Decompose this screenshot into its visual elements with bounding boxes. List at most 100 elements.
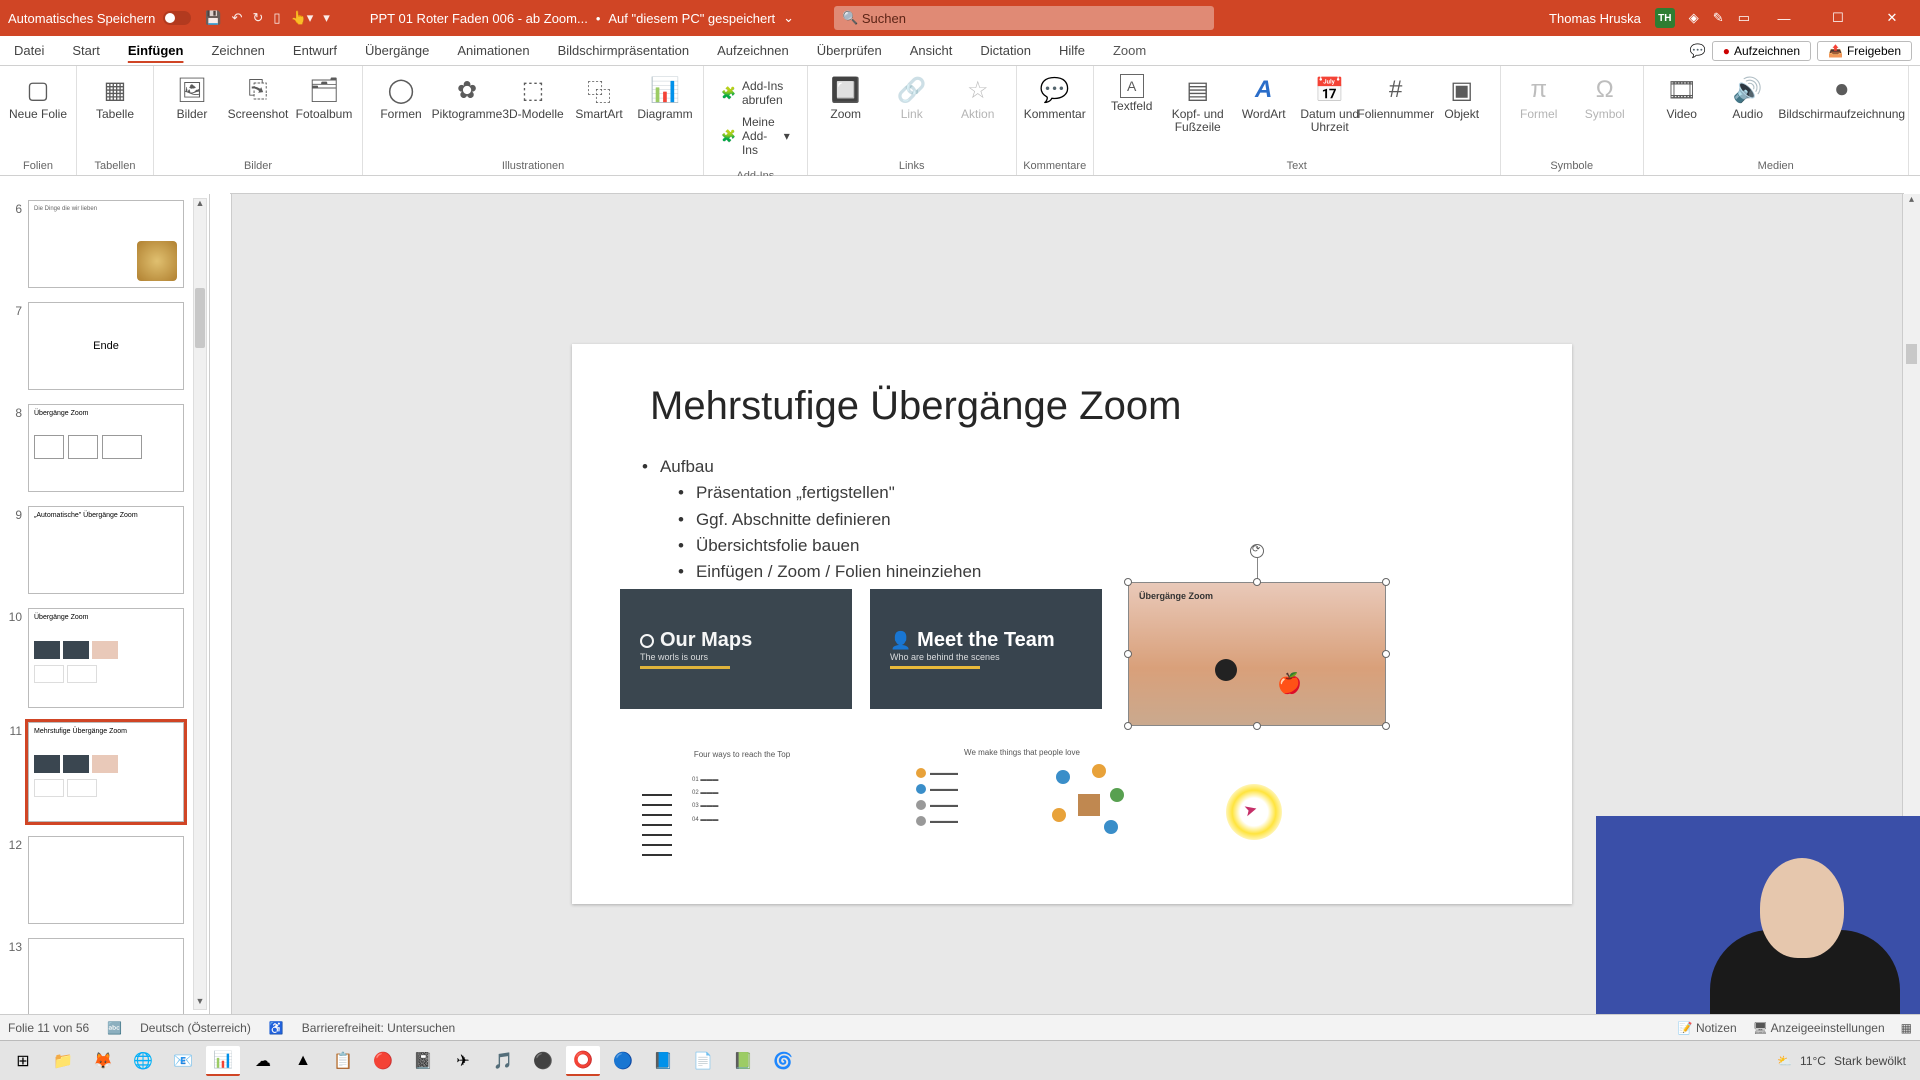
tab-animationen[interactable]: Animationen <box>443 36 543 65</box>
datetime-button[interactable]: 📅Datum und Uhrzeit <box>1298 70 1362 134</box>
search-box[interactable]: 🔍 Suchen <box>834 6 1214 30</box>
toggle-switch[interactable] <box>163 11 191 25</box>
tab-zeichnen[interactable]: Zeichnen <box>197 36 278 65</box>
accessibility-label[interactable]: Barrierefreiheit: Untersuchen <box>302 1021 455 1035</box>
tab-uebergaenge[interactable]: Übergänge <box>351 36 443 65</box>
headerfooter-button[interactable]: ▤Kopf- und Fußzeile <box>1166 70 1230 134</box>
app6-icon[interactable]: 🔵 <box>606 1046 640 1076</box>
cameo-button[interactable]: 📷Cameo <box>1915 70 1920 121</box>
scroll-grip[interactable] <box>195 288 205 348</box>
powerpoint-icon[interactable]: 📊 <box>206 1046 240 1076</box>
scroll-grip[interactable] <box>1906 344 1917 364</box>
handle-se[interactable] <box>1382 722 1390 730</box>
zoom-tile-things[interactable]: We make things that people love ▬▬▬▬ ▬▬▬… <box>902 744 1142 874</box>
slide-title[interactable]: Mehrstufige Übergänge Zoom <box>650 384 1181 429</box>
user-name[interactable]: Thomas Hruska <box>1549 11 1641 26</box>
thumb-10[interactable]: 10Übergänge Zoom <box>4 608 199 708</box>
spellcheck-icon[interactable]: 🔤 <box>107 1021 122 1035</box>
scroll-up-icon[interactable]: ▴ <box>1903 194 1920 210</box>
undo-icon[interactable]: ↶ <box>232 10 243 26</box>
chart-button[interactable]: 📊Diagramm <box>633 70 697 121</box>
tab-praesentation[interactable]: Bildschirmpräsentation <box>544 36 704 65</box>
zoom-tile-team[interactable]: 👤Meet the Team Who are behind the scenes <box>870 589 1102 709</box>
app7-icon[interactable]: 📄 <box>686 1046 720 1076</box>
my-addins-button[interactable]: 🧩Meine Add-Ins▾ <box>714 112 797 160</box>
firefox-icon[interactable]: 🦊 <box>86 1046 120 1076</box>
object-button[interactable]: ▣Objekt <box>1430 70 1494 121</box>
language-label[interactable]: Deutsch (Österreich) <box>140 1021 251 1035</box>
autosave-toggle[interactable]: Automatisches Speichern <box>8 11 191 26</box>
telegram-icon[interactable]: ✈ <box>446 1046 480 1076</box>
app5-icon[interactable]: ⭕ <box>566 1046 600 1076</box>
qat-more-icon[interactable]: ▾ <box>323 10 330 26</box>
document-title[interactable]: PPT 01 Roter Faden 006 - ab Zoom... • Au… <box>370 10 794 26</box>
handle-e[interactable] <box>1382 650 1390 658</box>
chevron-down-icon[interactable]: ⌄ <box>783 10 794 26</box>
zoom-button[interactable]: 🔲Zoom <box>814 70 878 121</box>
pen-icon[interactable]: ✎ <box>1713 10 1724 26</box>
handle-nw[interactable] <box>1124 578 1132 586</box>
accessibility-icon[interactable]: ♿ <box>269 1021 284 1035</box>
share-button[interactable]: 📤Freigeben <box>1817 41 1912 61</box>
display-settings-button[interactable]: 🖥 Anzeigeeinstellungen <box>1753 1021 1885 1035</box>
tab-start[interactable]: Start <box>58 36 113 65</box>
touch-icon[interactable]: 👆▾ <box>291 10 314 26</box>
tab-ueberpruefen[interactable]: Überprüfen <box>803 36 896 65</box>
slide-bullets[interactable]: Aufbau Präsentation „fertigstellen" Ggf.… <box>642 454 981 586</box>
shapes-button[interactable]: ◯Formen <box>369 70 433 121</box>
slide-counter[interactable]: Folie 11 von 56 <box>8 1021 89 1035</box>
smartart-button[interactable]: ⿻SmartArt <box>567 70 631 121</box>
photoalbum-button[interactable]: 🗂Fotoalbum <box>292 70 356 121</box>
app4-icon[interactable]: 🎵 <box>486 1046 520 1076</box>
tab-zoom-contextual[interactable]: Zoom <box>1099 36 1160 65</box>
edge-icon[interactable]: 🌀 <box>766 1046 800 1076</box>
weather-icon[interactable]: ⛅ <box>1777 1054 1792 1068</box>
record-button[interactable]: ●Aufzeichnen <box>1712 41 1811 61</box>
tab-datei[interactable]: Datei <box>0 36 58 65</box>
minimize-button[interactable]: — <box>1764 11 1804 26</box>
onenote-icon[interactable]: 📓 <box>406 1046 440 1076</box>
screenrecord-button[interactable]: ⏺Bildschirmaufzeichnung <box>1782 70 1902 121</box>
close-button[interactable]: ✕ <box>1872 10 1912 26</box>
diamond-icon[interactable]: ◈ <box>1689 10 1699 26</box>
tab-entwurf[interactable]: Entwurf <box>279 36 351 65</box>
word-icon[interactable]: 📘 <box>646 1046 680 1076</box>
handle-n[interactable] <box>1253 578 1261 586</box>
normal-view-icon[interactable]: ▦ <box>1901 1021 1912 1035</box>
tab-dictation[interactable]: Dictation <box>966 36 1045 65</box>
selected-zoom-tile[interactable]: Übergänge Zoom 🍎 <box>1128 582 1386 726</box>
maximize-button[interactable]: ☐ <box>1818 10 1858 26</box>
vlc-icon[interactable]: ▲ <box>286 1046 320 1076</box>
thumb-7[interactable]: 7Ende <box>4 302 199 390</box>
handle-ne[interactable] <box>1382 578 1390 586</box>
tab-ansicht[interactable]: Ansicht <box>896 36 967 65</box>
table-button[interactable]: ▦Tabelle <box>83 70 147 121</box>
get-addins-button[interactable]: 🧩Add-Ins abrufen <box>714 76 797 110</box>
excel-icon[interactable]: 📗 <box>726 1046 760 1076</box>
obs-icon[interactable]: ⚫ <box>526 1046 560 1076</box>
user-avatar[interactable]: TH <box>1655 8 1675 28</box>
tab-einfuegen[interactable]: Einfügen <box>114 36 198 65</box>
pictures-button[interactable]: 🖼Bilder <box>160 70 224 121</box>
comments-toggle-icon[interactable]: 💬 <box>1690 43 1706 59</box>
handle-sw[interactable] <box>1124 722 1132 730</box>
thumb-8[interactable]: 8Übergänge Zoom <box>4 404 199 492</box>
slide[interactable]: Mehrstufige Übergänge Zoom Aufbau Präsen… <box>572 344 1572 904</box>
video-button[interactable]: 🎞Video <box>1650 70 1714 121</box>
tab-aufzeichnen[interactable]: Aufzeichnen <box>703 36 803 65</box>
slide-thumbnails-panel[interactable]: 6Die Dinge die wir lieben 7Ende 8Übergän… <box>0 194 210 1014</box>
app2-icon[interactable]: 📋 <box>326 1046 360 1076</box>
scroll-up-icon[interactable]: ▲ <box>193 198 207 212</box>
3dmodels-button[interactable]: ⬚3D-Modelle <box>501 70 565 121</box>
outlook-icon[interactable]: 📧 <box>166 1046 200 1076</box>
app3-icon[interactable]: 🔴 <box>366 1046 400 1076</box>
thumb-11[interactable]: 11Mehrstufige Übergänge Zoom <box>4 722 199 822</box>
textbox-button[interactable]: ATextfeld <box>1100 70 1164 113</box>
audio-button[interactable]: 🔊Audio <box>1716 70 1780 121</box>
thumb-9[interactable]: 9„Automatische" Übergänge Zoom <box>4 506 199 594</box>
thumb-12[interactable]: 12 <box>4 836 199 924</box>
handle-s[interactable] <box>1253 722 1261 730</box>
start-button[interactable]: ⊞ <box>6 1046 40 1076</box>
wordart-button[interactable]: AWordArt <box>1232 70 1296 121</box>
thumb-13[interactable]: 13 <box>4 938 199 1014</box>
